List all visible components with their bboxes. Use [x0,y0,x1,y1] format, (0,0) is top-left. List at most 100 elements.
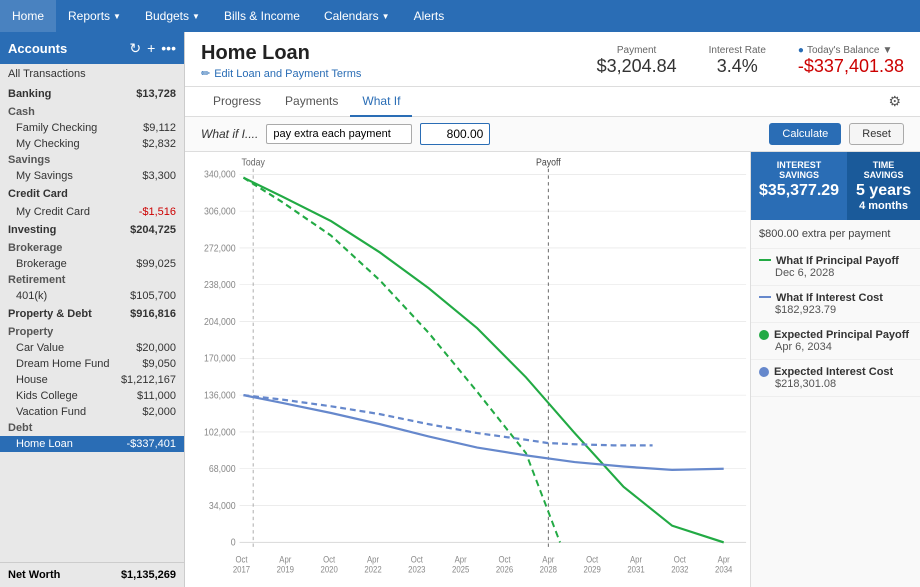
page-title: Home Loan [201,42,361,65]
whatif-select-wrap: pay extra each payment pay extra once pa… [266,124,412,144]
chart-sidebar: INTEREST SAVINGS $35,377.29 TIME SAVINGS… [750,152,920,587]
legend-expected-principal: Expected Principal Payoff Apr 6, 2034 [751,323,920,360]
tab-progress[interactable]: Progress [201,87,273,117]
svg-text:2032: 2032 [671,564,689,575]
sidebar-item-home-loan[interactable]: Home Loan -$337,401 [0,436,184,452]
sidebar-group-credit-card[interactable]: Credit Card [0,184,184,204]
nav-reports[interactable]: Reports▼ [56,0,133,32]
svg-text:238,000: 238,000 [204,278,236,290]
time-savings-box: TIME SAVINGS 5 years 4 months [847,152,920,220]
sidebar-item-family-checking[interactable]: Family Checking $9,112 [0,120,184,136]
svg-text:2031: 2031 [627,564,645,575]
svg-text:68,000: 68,000 [209,463,236,475]
tabs: Progress Payments What If ⚙ [185,87,920,117]
nav-calendars[interactable]: Calendars▼ [312,0,402,32]
edit-loan-link[interactable]: ✏ Edit Loan and Payment Terms [201,67,361,80]
svg-text:34,000: 34,000 [209,499,236,511]
savings-header: INTEREST SAVINGS $35,377.29 TIME SAVINGS… [751,152,920,220]
whatif-select[interactable]: pay extra each payment pay extra once pa… [266,124,412,144]
svg-text:2023: 2023 [408,564,426,575]
sidebar-item-house[interactable]: House $1,212,167 [0,372,184,388]
dropdown-arrow-icon: ▼ [882,45,892,56]
nav-home[interactable]: Home [0,0,56,32]
chart-area: 340,000 306,000 272,000 238,000 204,000 … [185,152,920,587]
sidebar-group-property-debt[interactable]: Property & Debt $916,816 [0,304,184,324]
sidebar-actions: ↻ + ••• [129,40,176,57]
sidebar-item-vacation-fund[interactable]: Vacation Fund $2,000 [0,404,184,420]
whatif-amount-input[interactable] [420,123,490,145]
sidebar-item-car-value[interactable]: Car Value $20,000 [0,340,184,356]
sidebar-subgroup-debt: Debt [0,420,184,436]
all-transactions-item[interactable]: All Transactions [0,64,184,84]
nav-bills[interactable]: Bills & Income [212,0,312,32]
sidebar-item-my-checking[interactable]: My Checking $2,832 [0,136,184,152]
whatif-label: What if I.... [201,127,258,141]
sidebar-item-brokerage[interactable]: Brokerage $99,025 [0,256,184,272]
sidebar-item-dream-home-fund[interactable]: Dream Home Fund $9,050 [0,356,184,372]
svg-text:2020: 2020 [321,564,339,575]
balance-dot: ● [798,45,804,56]
expected-principal-dot [759,330,769,340]
chart-svg: 340,000 306,000 272,000 238,000 204,000 … [185,152,750,587]
sidebar-subgroup-brokerage-header: Brokerage [0,240,184,256]
svg-text:Payoff: Payoff [536,156,561,168]
net-worth-label: Net Worth [8,569,60,581]
payment-value: $3,204.84 [597,56,677,77]
whatif-toolbar: What if I.... pay extra each payment pay… [185,117,920,152]
svg-text:2034: 2034 [715,564,733,575]
balance-value: -$337,401.38 [798,56,904,77]
sidebar-subgroup-retirement: Retirement [0,272,184,288]
investing-amount: $204,725 [130,224,176,236]
pencil-icon: ✏ [201,67,210,80]
budgets-arrow: ▼ [192,12,200,21]
sidebar-item-my-savings[interactable]: My Savings $3,300 [0,168,184,184]
nav-budgets[interactable]: Budgets▼ [133,0,212,32]
svg-text:102,000: 102,000 [204,426,236,438]
reports-arrow: ▼ [113,12,121,21]
legend-whatif-interest-title: What If Interest Cost [776,292,883,304]
legend-whatif-principal-value: Dec 6, 2028 [759,267,912,279]
sidebar-group-investing[interactable]: Investing $204,725 [0,220,184,240]
interest-rate-label: Interest Rate [709,45,766,56]
svg-text:2022: 2022 [364,564,382,575]
sidebar-subgroup-property: Property [0,324,184,340]
expected-interest-dot [759,367,769,377]
svg-text:340,000: 340,000 [204,168,236,180]
svg-text:2019: 2019 [277,564,295,575]
nav-alerts[interactable]: Alerts [402,0,457,32]
legend-whatif-interest: What If Interest Cost $182,923.79 [751,286,920,323]
svg-text:Today: Today [242,156,266,168]
calculate-button[interactable]: Calculate [769,123,841,145]
whatif-interest-icon [759,296,771,304]
credit-card-label: Credit Card [8,188,68,200]
add-account-icon[interactable]: + [147,40,155,57]
svg-text:2017: 2017 [233,564,251,575]
reset-button[interactable]: Reset [849,123,904,145]
settings-button[interactable]: ⚙ [885,90,904,113]
sidebar-title: Accounts [8,41,67,56]
extra-payment-detail: $800.00 extra per payment [751,220,920,249]
refresh-icon[interactable]: ↻ [129,40,141,57]
time-savings-label: TIME SAVINGS [855,160,912,180]
page-header: Home Loan ✏ Edit Loan and Payment Terms … [185,32,920,87]
svg-text:272,000: 272,000 [204,242,236,254]
time-savings-sub: 4 months [855,200,912,212]
sidebar-subgroup-savings: Savings [0,152,184,168]
investing-label: Investing [8,224,56,236]
legend-whatif-interest-value: $182,923.79 [759,304,912,316]
svg-text:170,000: 170,000 [204,352,236,364]
sidebar-header: Accounts ↻ + ••• [0,32,184,64]
sidebar: Accounts ↻ + ••• All Transactions Bankin… [0,32,185,587]
banking-label: Banking [8,88,51,100]
sidebar-item-kids-college[interactable]: Kids College $11,000 [0,388,184,404]
property-debt-amount: $916,816 [130,308,176,320]
chart-main: 340,000 306,000 272,000 238,000 204,000 … [185,152,750,587]
tab-payments[interactable]: Payments [273,87,350,117]
sidebar-item-401k[interactable]: 401(k) $105,700 [0,288,184,304]
tab-whatif[interactable]: What If [350,87,412,117]
sidebar-item-my-credit-card[interactable]: My Credit Card -$1,516 [0,204,184,220]
more-icon[interactable]: ••• [161,40,176,57]
svg-text:136,000: 136,000 [204,389,236,401]
sidebar-group-banking[interactable]: Banking $13,728 [0,84,184,104]
svg-text:2029: 2029 [584,564,602,575]
